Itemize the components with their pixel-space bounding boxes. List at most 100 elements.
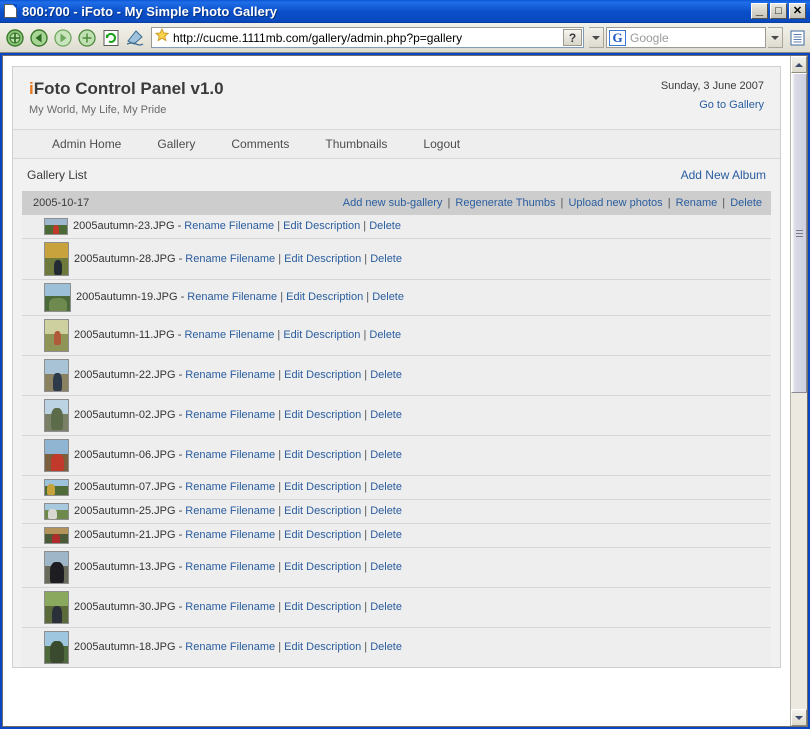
edit-description-link[interactable]: Edit Description (283, 220, 360, 232)
search-input[interactable]: Google (630, 31, 765, 45)
tagline: My World, My Life, My Pride (29, 103, 167, 116)
delete-photo-link[interactable]: Delete (370, 253, 402, 265)
back-button-icon[interactable] (28, 27, 50, 49)
rename-filename-link[interactable]: Rename Filename (185, 449, 275, 461)
scrollbar-thumb[interactable] (791, 73, 807, 393)
delete-photo-link[interactable]: Delete (370, 369, 402, 381)
rename-filename-link[interactable]: Rename Filename (185, 409, 275, 421)
delete-photo-link[interactable]: Delete (370, 409, 402, 421)
album-action-add-new-sub-gallery[interactable]: Add new sub-gallery (343, 197, 443, 209)
rename-filename-link[interactable]: Rename Filename (185, 601, 275, 613)
add-new-album-link[interactable]: Add New Album (681, 168, 766, 182)
scrollbar-track[interactable] (791, 73, 807, 709)
rename-filename-link[interactable]: Rename Filename (185, 561, 275, 573)
delete-photo-link[interactable]: Delete (370, 601, 402, 613)
photo-thumbnail[interactable] (44, 630, 69, 664)
edit-description-link[interactable]: Edit Description (284, 641, 361, 653)
window-controls: _ □ ✕ (751, 3, 808, 19)
edit-description-link[interactable]: Edit Description (284, 601, 361, 613)
forward-button-icon[interactable] (52, 27, 74, 49)
help-button[interactable]: ? (563, 29, 582, 46)
delete-photo-link[interactable]: Delete (369, 220, 401, 232)
nav-item-admin-home[interactable]: Admin Home (29, 137, 139, 151)
edit-description-link[interactable]: Edit Description (284, 481, 361, 493)
dash-separator: - (175, 641, 186, 654)
delete-photo-link[interactable]: Delete (369, 329, 401, 341)
rename-filename-link[interactable]: Rename Filename (184, 329, 274, 341)
photo-thumbnail[interactable] (44, 438, 69, 472)
nav-item-thumbnails[interactable]: Thumbnails (307, 137, 405, 151)
maximize-button[interactable]: □ (770, 3, 787, 19)
photo-row-text: 2005autumn-13.JPG - Rename Filename | Ed… (74, 561, 402, 573)
photo-thumbnail[interactable] (44, 502, 69, 520)
photo-filename: 2005autumn-25.JPG (74, 505, 176, 518)
edit-description-link[interactable]: Edit Description (284, 369, 361, 381)
bookmark-star-icon[interactable] (154, 27, 170, 47)
edit-description-link[interactable]: Edit Description (284, 409, 361, 421)
scroll-up-button[interactable] (791, 56, 807, 73)
delete-photo-link[interactable]: Delete (372, 291, 404, 303)
delete-photo-link[interactable]: Delete (370, 481, 402, 493)
edit-description-link[interactable]: Edit Description (284, 253, 361, 265)
photo-thumbnail[interactable] (44, 526, 69, 544)
photo-thumbnail[interactable] (44, 478, 69, 496)
rename-filename-link[interactable]: Rename Filename (185, 369, 275, 381)
photo-thumbnail[interactable] (44, 318, 69, 352)
rename-filename-link[interactable]: Rename Filename (185, 481, 275, 493)
delete-photo-link[interactable]: Delete (370, 505, 402, 517)
print-icon[interactable] (124, 27, 146, 49)
delete-photo-link[interactable]: Delete (370, 529, 402, 541)
go-to-gallery-link[interactable]: Go to Gallery (699, 99, 764, 111)
home-button-icon[interactable] (76, 27, 98, 49)
photo-row: 2005autumn-28.JPG - Rename Filename | Ed… (22, 238, 771, 280)
delete-photo-link[interactable]: Delete (370, 449, 402, 461)
edit-description-link[interactable]: Edit Description (284, 449, 361, 461)
album-action-upload-new-photos[interactable]: Upload new photos (568, 197, 662, 209)
scroll-down-button[interactable] (791, 709, 807, 726)
refresh-icon[interactable] (100, 27, 122, 49)
nav-item-logout[interactable]: Logout (405, 137, 478, 151)
rename-filename-link[interactable]: Rename Filename (187, 291, 277, 303)
vertical-scrollbar[interactable] (790, 56, 807, 726)
photo-thumbnail[interactable] (44, 241, 69, 276)
album-action-delete[interactable]: Delete (730, 197, 762, 209)
rename-filename-link[interactable]: Rename Filename (185, 641, 275, 653)
rename-filename-link[interactable]: Rename Filename (184, 220, 274, 232)
photo-thumbnail[interactable] (44, 358, 69, 392)
reload-page-icon[interactable] (4, 27, 26, 49)
photo-thumbnail[interactable] (44, 217, 68, 235)
separator: | (444, 196, 454, 209)
address-dropdown-icon[interactable] (589, 27, 604, 48)
edit-description-link[interactable]: Edit Description (283, 329, 360, 341)
album-action-regenerate-thumbs[interactable]: Regenerate Thumbs (455, 197, 555, 209)
photo-thumbnail[interactable] (44, 398, 69, 432)
album-action-rename[interactable]: Rename (676, 197, 718, 209)
delete-photo-link[interactable]: Delete (370, 641, 402, 653)
photo-thumbnail[interactable] (44, 590, 69, 624)
address-bar[interactable]: http://cucme.1111mb.com/gallery/admin.ph… (151, 27, 584, 48)
search-box[interactable]: G Google (606, 27, 766, 48)
photo-thumbnail[interactable] (44, 550, 69, 584)
menu-list-icon[interactable] (788, 28, 806, 48)
separator: | (664, 196, 674, 209)
edit-description-link[interactable]: Edit Description (284, 529, 361, 541)
album-row: 2005-10-17 Add new sub-gallery | Regener… (22, 190, 771, 215)
nav-item-gallery[interactable]: Gallery (139, 137, 213, 151)
dash-separator: - (175, 601, 186, 614)
edit-description-link[interactable]: Edit Description (286, 291, 363, 303)
photo-row: 2005autumn-18.JPG - Rename Filename | Ed… (22, 627, 771, 667)
edit-description-link[interactable]: Edit Description (284, 505, 361, 517)
photo-filename: 2005autumn-02.JPG (74, 409, 176, 422)
nav-item-comments[interactable]: Comments (213, 137, 307, 151)
rename-filename-link[interactable]: Rename Filename (185, 253, 275, 265)
search-engine-dropdown-icon[interactable] (768, 27, 783, 48)
separator: | (275, 561, 285, 574)
edit-description-link[interactable]: Edit Description (284, 561, 361, 573)
minimize-button[interactable]: _ (751, 3, 768, 19)
photo-thumbnail[interactable] (44, 282, 71, 312)
separator: | (719, 196, 729, 209)
delete-photo-link[interactable]: Delete (370, 561, 402, 573)
close-button[interactable]: ✕ (789, 3, 806, 19)
rename-filename-link[interactable]: Rename Filename (185, 529, 275, 541)
rename-filename-link[interactable]: Rename Filename (185, 505, 275, 517)
